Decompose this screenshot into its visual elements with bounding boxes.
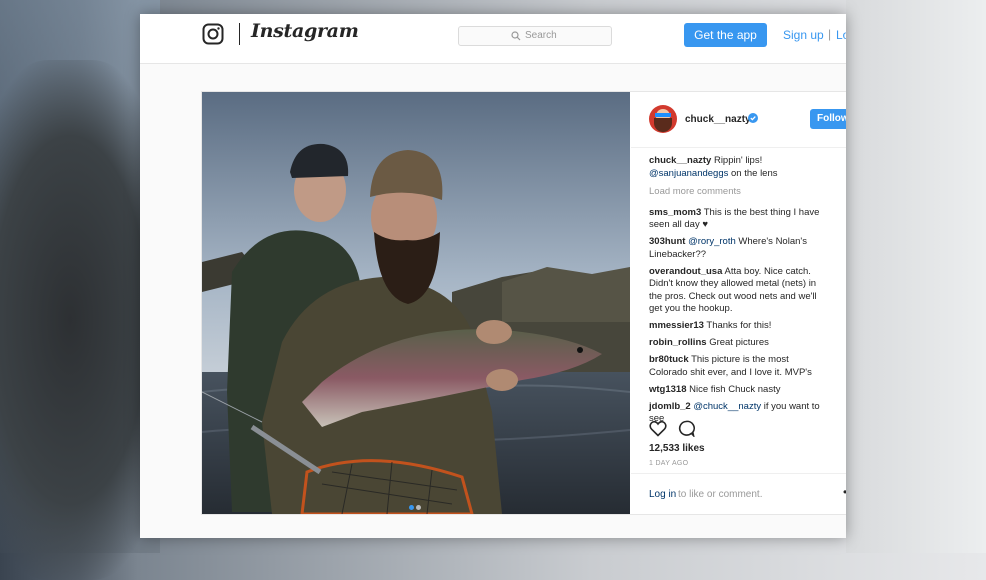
avatar-beard	[654, 118, 672, 132]
list-item: jdomlb_2 @chuck__nazty if you want to se…	[649, 401, 829, 426]
post-photo[interactable]	[202, 92, 630, 514]
nav-separator: |	[828, 27, 832, 41]
more-options-icon[interactable]: ••	[843, 485, 846, 499]
comment-text: Nice fish Chuck nasty	[689, 383, 781, 395]
list-item: 303hunt @rory_roth Where's Nolan's Lineb…	[649, 236, 829, 261]
top-nav: Instagram Search Get the app Sign up | L…	[140, 14, 846, 64]
caption-rest: on the lens	[731, 167, 778, 179]
search-placeholder: Search	[525, 30, 557, 41]
follow-button[interactable]: Follow	[810, 109, 846, 129]
comment-user[interactable]: jdomlb_2	[649, 401, 691, 412]
post-footer: Log in to like or comment. ••	[631, 473, 846, 515]
post-timestamp: 1 DAY AGO	[649, 460, 689, 467]
heart-icon[interactable]	[649, 420, 667, 437]
search-icon	[511, 31, 521, 41]
caption-mention[interactable]: @sanjuanandeggs	[649, 168, 728, 179]
post-username[interactable]: chuck__nazty	[685, 114, 751, 125]
comment-user[interactable]: 303hunt	[649, 236, 685, 247]
comment-user[interactable]: wtg1318	[649, 384, 687, 395]
sign-up-link[interactable]: Sign up	[783, 28, 824, 42]
verified-badge-icon	[748, 113, 758, 123]
list-item: wtg1318 Nice fish Chuck nasty	[649, 384, 829, 397]
comment-user[interactable]: overandout_usa	[649, 266, 722, 277]
comment-icon[interactable]	[677, 420, 695, 437]
list-item: robin_rollins Great pictures	[649, 337, 829, 350]
caption-user[interactable]: chuck__nazty	[649, 155, 711, 166]
post-header: chuck__nazty Follow	[631, 92, 846, 148]
avatar[interactable]	[649, 105, 677, 133]
load-more-comments[interactable]: Load more comments	[649, 186, 829, 199]
list-item: br80tuck This picture is the most Colora…	[649, 354, 829, 379]
comment-user[interactable]: mmessier13	[649, 320, 704, 331]
carousel-dots	[408, 497, 422, 514]
photo-illustration	[202, 92, 630, 514]
background-right	[846, 0, 986, 553]
list-item: mmessier13 Thanks for this!	[649, 320, 829, 333]
instagram-wordmark[interactable]: Instagram	[251, 20, 359, 42]
get-the-app-button[interactable]: Get the app	[684, 23, 767, 47]
browser-window: Instagram Search Get the app Sign up | L…	[140, 14, 846, 538]
comments-list: chuck__nazty Rippin' lips! @sanjuanandeg…	[649, 155, 829, 430]
log-in-link[interactable]: Lo	[836, 28, 846, 42]
comment-user[interactable]: sms_mom3	[649, 207, 701, 218]
footer-login-text: to like or comment.	[678, 489, 763, 500]
search-input[interactable]: Search	[458, 26, 612, 46]
post-sidebar: chuck__nazty Follow chuck__nazty Rippin'…	[631, 92, 846, 514]
post-card: chuck__nazty Follow chuck__nazty Rippin'…	[201, 91, 846, 515]
caption-text: Rippin' lips!	[713, 155, 763, 166]
comment-mention[interactable]: @rory_roth	[688, 236, 736, 247]
instagram-camera-icon[interactable]	[202, 23, 224, 45]
carousel-dot[interactable]	[416, 505, 421, 510]
comment-mention[interactable]: @chuck__nazty	[693, 401, 761, 412]
comment-text: Thanks for this!	[706, 320, 772, 331]
caption: chuck__nazty Rippin' lips! @sanjuanandeg…	[649, 155, 829, 180]
comment-text: Great pictures	[709, 337, 769, 348]
carousel-dot-active[interactable]	[409, 505, 414, 510]
comment-user[interactable]: robin_rollins	[649, 337, 707, 348]
footer-login-link[interactable]: Log in	[649, 489, 676, 500]
list-item: sms_mom3 This is the best thing I have s…	[649, 207, 829, 232]
likes-count[interactable]: 12,533 likes	[649, 443, 705, 454]
brand-divider	[239, 23, 240, 45]
comment-user[interactable]: br80tuck	[649, 354, 689, 365]
avatar-glasses	[655, 113, 671, 117]
list-item: overandout_usa Atta boy. Nice catch. Did…	[649, 266, 829, 316]
